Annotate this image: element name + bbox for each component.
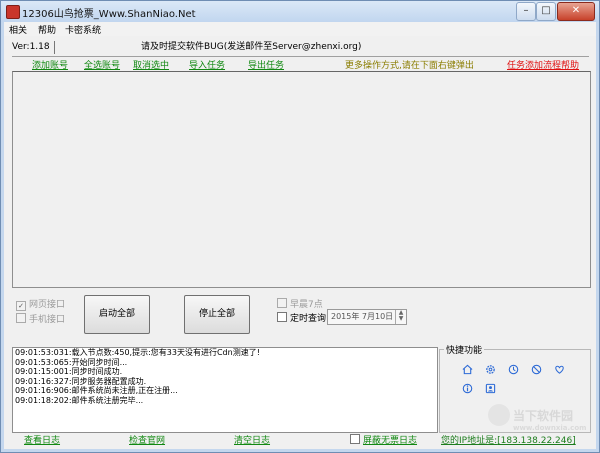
gear-icon[interactable] xyxy=(485,364,496,375)
date-spinner[interactable]: ▲ ▼ xyxy=(395,310,406,324)
heart-icon[interactable] xyxy=(554,364,565,375)
checkbox-box: ✓ xyxy=(16,301,26,311)
bug-notice: 请及时提交软件BUG(发送邮件至Server@zhenxi.org) xyxy=(141,42,362,52)
check-official-link[interactable]: 检查官网 xyxy=(129,433,165,446)
main-content: Ver:1.18 请及时提交软件BUG(发送邮件至Server@zhenxi.o… xyxy=(4,36,596,449)
select-all-link[interactable]: 全选账号 xyxy=(84,58,120,71)
stop-all-button[interactable]: 停止全部 xyxy=(184,295,250,334)
menu-item-related[interactable]: 相关 xyxy=(9,23,27,36)
window-title: 12306山鸟抢票_Www.ShanNiao.Net xyxy=(22,9,196,20)
log-line: 09:01:16:906:邮件系统尚未注册,正在注册... xyxy=(15,386,178,396)
title-bar[interactable]: 12306山鸟抢票_Www.ShanNiao.Net – □ ✕ xyxy=(1,1,599,22)
contact-icon[interactable] xyxy=(485,383,496,394)
start-all-button[interactable]: 启动全部 xyxy=(84,295,150,334)
view-log-link[interactable]: 查看日志 xyxy=(24,433,60,446)
log-line: 09:01:53:065:开始同步时间... xyxy=(15,357,128,367)
watermark-logo xyxy=(488,404,510,426)
ban-icon[interactable] xyxy=(531,364,542,375)
menu-item-help[interactable]: 帮助 xyxy=(38,23,56,36)
info-icon[interactable] xyxy=(462,383,473,394)
checkbox-box xyxy=(16,313,26,323)
log-line: 09:01:15:001:同步时间成功. xyxy=(15,367,123,377)
menu-bar: 相关 帮助 卡密系统 xyxy=(4,22,596,36)
early-7-checkbox[interactable]: 早晨7点 xyxy=(277,297,323,310)
web-port-checkbox[interactable]: ✓ 网页接口 xyxy=(16,297,65,311)
app-icon xyxy=(6,5,20,19)
task-help-link[interactable]: 任务添加流程帮助 xyxy=(507,58,579,71)
log-line: 09:01:16:327:同步服务器配置成功. xyxy=(15,376,147,386)
deselect-link[interactable]: 取消选中 xyxy=(133,58,169,71)
app-window: 12306山鸟抢票_Www.ShanNiao.Net – □ ✕ 相关 帮助 卡… xyxy=(0,0,600,453)
task-toolbar: 添加账号 全选账号 取消选中 导入任务 导出任务 更多操作方式,请在下面右键弹出… xyxy=(12,56,589,71)
checkbox-box xyxy=(277,312,287,322)
minimize-button[interactable]: – xyxy=(516,2,536,21)
more-ops-hint: 更多操作方式,请在下面右键弹出 xyxy=(345,61,474,71)
log-output[interactable]: 09:01:53:031:载入节点数:450,提示:您有33天没有进行Cdn测速… xyxy=(12,347,438,433)
timed-query-checkbox[interactable]: 定时查询 xyxy=(277,311,326,324)
block-no-ticket-log-checkbox[interactable]: 屏蔽无票日志 xyxy=(350,433,417,446)
mobile-port-checkbox[interactable]: 手机接口 xyxy=(16,312,65,325)
add-account-link[interactable]: 添加账号 xyxy=(32,58,68,71)
checkbox-box xyxy=(277,298,287,308)
log-line: 09:01:53:031:载入节点数:450,提示:您有33天没有进行Cdn测速… xyxy=(15,348,260,357)
export-task-link[interactable]: 导出任务 xyxy=(248,58,284,71)
checkbox-box xyxy=(350,434,360,444)
quick-functions-title: 快捷功能 xyxy=(444,343,485,356)
home-icon[interactable] xyxy=(462,364,473,375)
watermark: 当下软件园 www.downxia.com xyxy=(488,404,586,444)
task-list[interactable] xyxy=(12,71,591,288)
import-task-link[interactable]: 导入任务 xyxy=(189,58,225,71)
log-line: 09:01:18:202:邮件系统注册完毕... xyxy=(15,395,144,405)
clock-icon[interactable] xyxy=(508,364,519,375)
menu-item-card-system[interactable]: 卡密系统 xyxy=(65,23,101,36)
close-button[interactable]: ✕ xyxy=(557,2,595,21)
version-label: Ver:1.18 xyxy=(12,41,55,54)
date-picker[interactable]: 2015年 7月10日 ▲ ▼ xyxy=(327,309,407,325)
clear-log-link[interactable]: 清空日志 xyxy=(234,433,270,446)
maximize-button[interactable]: □ xyxy=(536,2,556,21)
